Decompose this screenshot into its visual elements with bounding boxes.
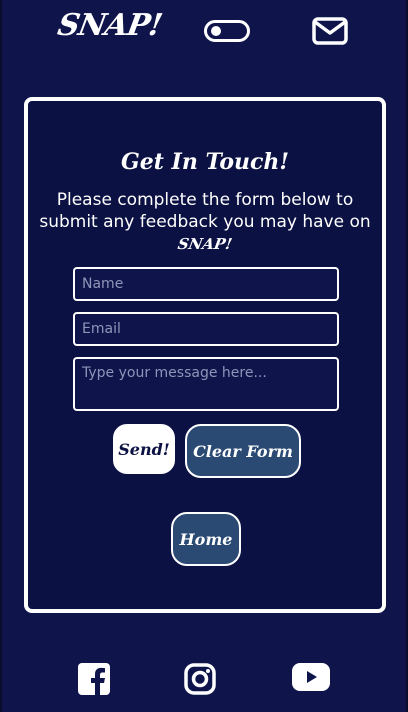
logo[interactable]: SNAP! bbox=[55, 8, 164, 43]
facebook-icon[interactable] bbox=[78, 663, 110, 695]
theme-toggle[interactable] bbox=[204, 20, 250, 42]
form-brand: SNAP! bbox=[176, 235, 234, 253]
name-field[interactable] bbox=[73, 267, 339, 301]
send-button[interactable]: Send! bbox=[113, 424, 175, 474]
toggle-icon bbox=[211, 26, 221, 36]
form-description-text: Please complete the form below to submit… bbox=[39, 190, 371, 232]
email-field[interactable] bbox=[73, 312, 339, 346]
clear-form-button[interactable]: Clear Form bbox=[185, 424, 301, 478]
message-field[interactable] bbox=[73, 357, 339, 411]
home-button[interactable]: Home bbox=[171, 512, 241, 566]
contact-card: Get In Touch! Please complete the form b… bbox=[24, 97, 386, 613]
form-title: Get In Touch! bbox=[120, 149, 290, 175]
youtube-icon[interactable] bbox=[292, 663, 330, 691]
form-description: Please complete the form below to submit… bbox=[38, 189, 372, 255]
header: SNAP! bbox=[0, 0, 408, 64]
instagram-icon[interactable] bbox=[184, 663, 216, 695]
mail-icon[interactable] bbox=[312, 17, 348, 45]
